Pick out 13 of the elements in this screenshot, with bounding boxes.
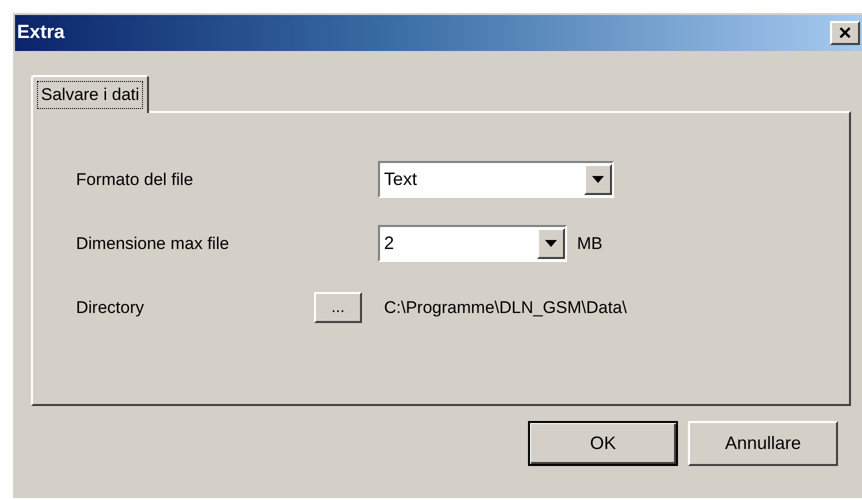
window-title: Extra — [17, 20, 65, 45]
field-label: Dimensione max file — [76, 232, 230, 255]
dialog-button[interactable]: Annullare — [688, 421, 838, 466]
dropdown-field[interactable]: 2 — [378, 225, 567, 262]
browse-button[interactable]: ... — [314, 292, 362, 323]
close-button[interactable]: × — [830, 21, 860, 45]
tab[interactable]: Salvare i dati — [31, 75, 150, 113]
unit-label: MB — [577, 232, 602, 255]
dropdown-field[interactable]: Text — [378, 161, 614, 198]
field-label: Formato del file — [76, 168, 194, 191]
dialog-button[interactable]: OK — [528, 421, 678, 466]
directory-path: C:\Programme\DLN_GSM\Data\ — [384, 296, 627, 319]
field-label: Directory — [76, 296, 146, 319]
